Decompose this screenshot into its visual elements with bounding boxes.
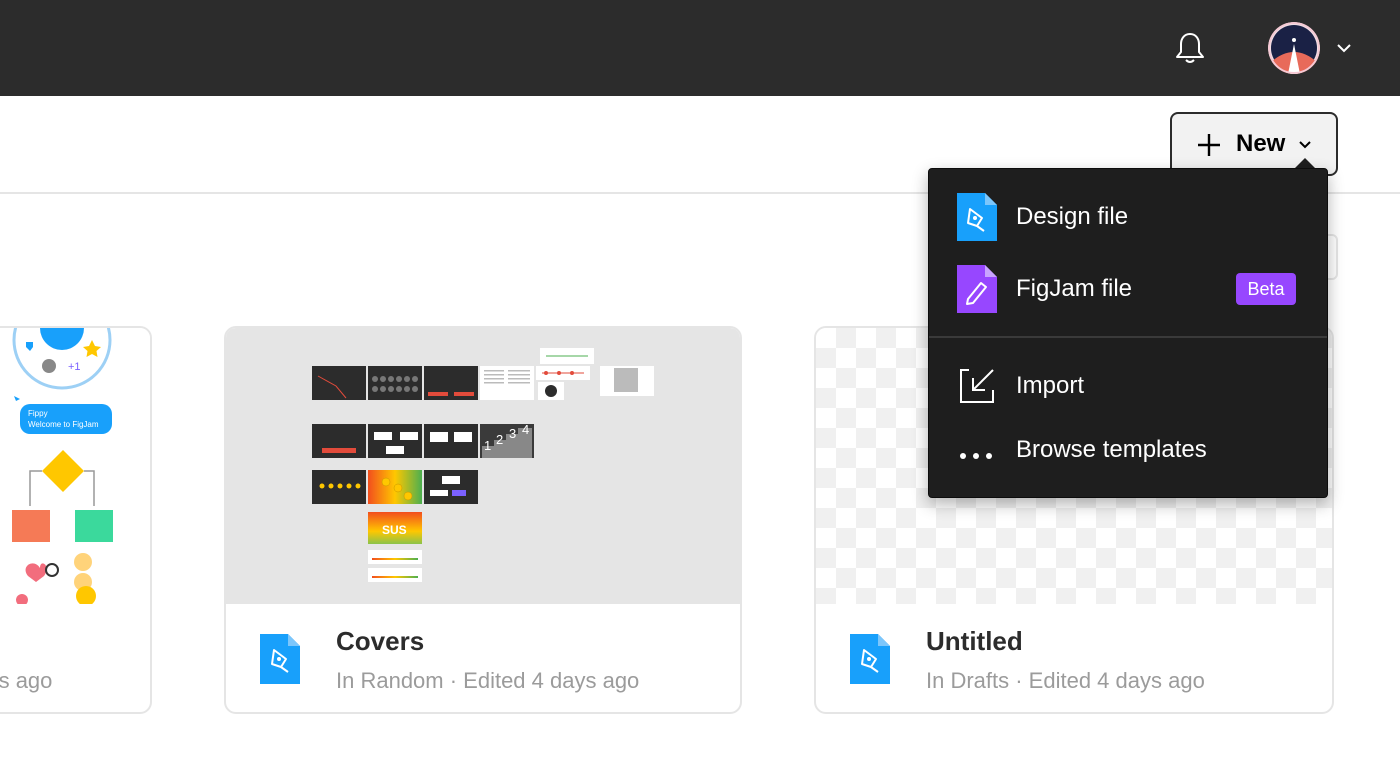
menu-item-label: Browse templates [1016,436,1207,463]
chevron-down-icon [1296,136,1314,154]
file-title: Untitled [926,626,1023,656]
new-button-label: New [1236,130,1286,157]
more-dots-icon [955,426,999,474]
covers-badge-text: SUS [382,523,407,537]
top-bar [0,0,1400,96]
menu-item-figjam-file[interactable]: FigJam file Beta [929,259,1327,319]
file-meta: In Drafts · Edited 4 days ago [926,668,1205,693]
covers-step-4: 4 [522,422,529,437]
file-card[interactable]: 1 2 3 4 SUS Covers In Random · Edited 4 … [224,326,742,714]
figjam-plus-text: +1 [68,361,81,373]
chevron-down-icon[interactable] [1334,38,1354,58]
menu-item-label: FigJam file [1016,275,1133,302]
new-file-menu: Design file FigJam file Beta Import Brow… [928,168,1328,498]
menu-item-browse-templates[interactable]: Browse templates [929,420,1327,480]
covers-step-3: 3 [509,426,516,441]
menu-item-design-file[interactable]: Design file [929,187,1327,247]
import-icon [955,362,999,410]
file-thumbnail: +1 Fippy Welcome to FigJam [0,328,150,606]
menu-divider [929,336,1327,338]
design-file-icon [260,634,300,684]
design-file-icon [955,193,999,241]
covers-step-2: 2 [496,432,503,447]
menu-item-label: Design file [1016,203,1129,230]
figjam-file-icon [955,265,999,313]
design-file-icon [850,634,890,684]
menu-item-import[interactable]: Import [929,356,1327,416]
beta-badge: Beta [1236,273,1296,305]
avatar[interactable] [1268,22,1320,74]
plus-icon [1196,132,1222,158]
file-card[interactable]: +1 Fippy Welcome to FigJam utes ago [0,326,152,714]
file-thumbnail: 1 2 3 4 SUS [226,328,740,604]
covers-step-1: 1 [484,438,491,453]
file-meta: utes ago [0,668,53,693]
figjam-welcome-text: Welcome to FigJam [28,420,99,429]
figjam-user-text: Fippy [28,409,48,418]
menu-item-label: Import [1016,372,1085,399]
file-title: Covers [336,626,425,656]
file-meta: In Random · Edited 4 days ago [336,668,640,693]
bell-icon[interactable] [1172,30,1208,66]
